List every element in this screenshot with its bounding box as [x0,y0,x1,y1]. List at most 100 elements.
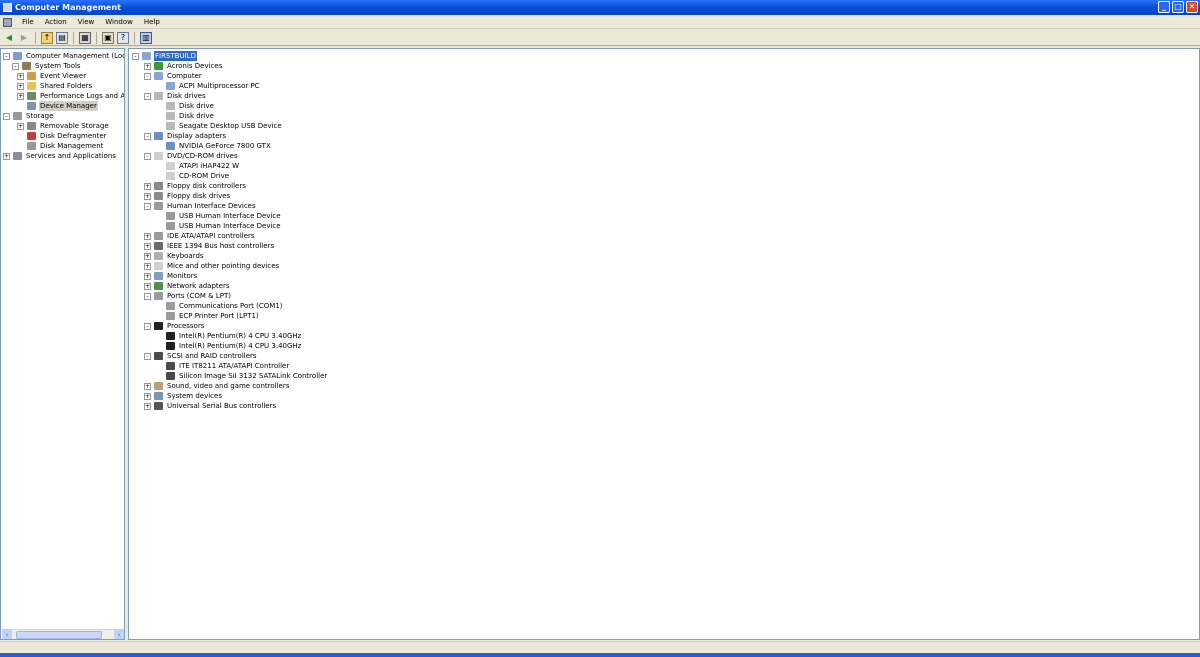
device-tree-item[interactable]: - FIRSTBUILD [132,51,197,61]
collapse-icon[interactable]: - [144,152,151,160]
expand-icon[interactable]: + [144,62,151,70]
device-tree-item[interactable]: + IEEE 1394 Bus host controllers [144,241,275,251]
show-hide-tree-icon[interactable]: ▤ [56,31,68,44]
device-tree-item[interactable]: + Keyboards [144,251,205,261]
device-tree-item[interactable]: Seagate Desktop USB Device [156,121,283,131]
collapse-icon[interactable]: - [144,92,151,100]
device-tree-item[interactable]: ACPI Multiprocessor PC [156,81,261,91]
console-tree-item[interactable]: + Shared Folders [17,81,93,91]
console-tree-pane[interactable]: - Computer Management (Local) - System Tool… [0,48,125,640]
expand-icon[interactable]: + [144,262,151,270]
expand-icon[interactable]: + [17,72,24,80]
device-tree-item[interactable]: Communications Port (COM1) [156,301,284,311]
title-bar[interactable]: Computer Management _ □ ✕ [0,0,1200,15]
expand-icon[interactable]: + [17,122,24,130]
expand-icon[interactable]: + [144,282,151,290]
scan-hardware-icon[interactable]: ▥ [140,31,152,44]
expand-icon[interactable]: + [144,232,151,240]
device-tree-item[interactable]: Silicon Image SiI 3132 SATALink Controll… [156,371,328,381]
collapse-icon[interactable]: - [144,292,151,300]
device-tree-item[interactable]: + IDE ATA/ATAPI controllers [144,231,256,241]
menu-action[interactable]: Action [44,18,68,26]
device-tree-item[interactable]: ITE IT8211 ATA/ATAPI Controller [156,361,290,371]
collapse-icon[interactable]: - [144,132,151,140]
horizontal-scrollbar[interactable]: ‹ › [2,629,124,639]
scroll-right-icon[interactable]: › [114,630,124,639]
device-tree-item[interactable]: - DVD/CD-ROM drives [144,151,239,161]
device-tree-item[interactable]: Disk drive [156,101,215,111]
expand-icon[interactable]: + [144,402,151,410]
device-tree-item[interactable]: + Network adapters [144,281,231,291]
console-tree-item[interactable]: + Services and Applications [3,151,117,161]
menu-view[interactable]: View [77,18,96,26]
device-tree-item[interactable]: + Acronis Devices [144,61,223,71]
console-tree-item[interactable]: + Event Viewer [17,71,87,81]
console-tree-item[interactable]: Disk Defragmenter [17,131,108,141]
expand-icon[interactable]: + [144,182,151,190]
console-tree-item[interactable]: + Performance Logs and Alerts [17,91,124,101]
menu-file[interactable]: File [21,18,35,26]
device-tree-item[interactable]: + Universal Serial Bus controllers [144,401,277,411]
device-tree-item[interactable]: ATAPI iHAP422 W [156,161,240,171]
device-tree-item[interactable]: - Computer [144,71,203,81]
device-tree-item[interactable]: + Monitors [144,271,198,281]
device-tree-item[interactable]: CD-ROM Drive [156,171,230,181]
collapse-icon[interactable]: - [3,52,10,60]
collapse-icon[interactable]: - [144,352,151,360]
properties-icon[interactable]: ▣ [102,31,114,44]
mmc-icon[interactable] [3,17,12,27]
print-icon[interactable]: ▦ [79,31,91,44]
device-tree-item[interactable]: + System devices [144,391,223,401]
expand-icon[interactable]: + [144,392,151,400]
device-tree-item[interactable]: - Processors [144,321,205,331]
console-tree-item[interactable]: Disk Management [17,141,104,151]
console-tree-item[interactable]: - System Tools [12,61,82,71]
device-tree-item[interactable]: NVIDIA GeForce 7800 GTX [156,141,272,151]
collapse-icon[interactable]: - [3,112,10,120]
collapse-icon[interactable]: - [144,72,151,80]
expand-icon[interactable]: + [144,272,151,280]
device-tree-item[interactable]: - Disk drives [144,91,207,101]
expand-icon[interactable]: + [17,92,24,100]
collapse-icon[interactable]: - [12,62,19,70]
console-tree-item[interactable]: - Storage [3,111,54,121]
device-tree-item[interactable]: ECP Printer Port (LPT1) [156,311,260,321]
close-button[interactable]: ✕ [1186,1,1198,13]
back-icon[interactable]: ◀ [3,32,15,44]
minimize-button[interactable]: _ [1158,1,1170,13]
device-tree-item[interactable]: - Ports (COM & LPT) [144,291,232,301]
maximize-button[interactable]: □ [1172,1,1184,13]
device-tree-item[interactable]: USB Human Interface Device [156,221,282,231]
help-icon[interactable]: ? [117,31,129,44]
expand-icon[interactable]: + [3,152,10,160]
expand-icon[interactable]: + [144,382,151,390]
device-tree-item[interactable]: + Mice and other pointing devices [144,261,280,271]
up-icon[interactable]: ↑ [41,31,53,44]
scroll-left-icon[interactable]: ‹ [2,630,12,639]
device-tree-item[interactable]: Disk drive [156,111,215,121]
device-tree-item[interactable]: + Floppy disk drives [144,191,231,201]
console-tree-item[interactable]: Device Manager [17,101,98,111]
expand-icon[interactable]: + [144,252,151,260]
collapse-icon[interactable]: - [132,52,139,60]
scroll-thumb[interactable] [16,631,102,639]
device-tree-item[interactable]: Intel(R) Pentium(R) 4 CPU 3.40GHz [156,331,302,341]
device-tree-item[interactable]: - Display adapters [144,131,227,141]
collapse-icon[interactable]: - [144,202,151,210]
expand-icon[interactable]: + [144,242,151,250]
forward-icon[interactable]: ▶ [18,32,30,44]
device-tree-item[interactable]: Intel(R) Pentium(R) 4 CPU 3.40GHz [156,341,302,351]
console-tree-item[interactable]: - Computer Management (Local) [3,51,124,61]
expand-icon[interactable]: + [17,82,24,90]
device-tree-item[interactable]: USB Human Interface Device [156,211,282,221]
device-tree-item[interactable]: - SCSI and RAID controllers [144,351,258,361]
device-tree-item[interactable]: + Floppy disk controllers [144,181,247,191]
console-tree-item[interactable]: + Removable Storage [17,121,110,131]
device-tree-item[interactable]: - Human Interface Devices [144,201,257,211]
menu-help[interactable]: Help [143,18,161,26]
menu-window[interactable]: Window [104,18,134,26]
device-manager-pane[interactable]: - FIRSTBUILD + Acronis Devices - Computer ACPI… [128,48,1200,640]
expand-icon[interactable]: + [144,192,151,200]
device-tree-item[interactable]: + Sound, video and game controllers [144,381,290,391]
collapse-icon[interactable]: - [144,322,151,330]
